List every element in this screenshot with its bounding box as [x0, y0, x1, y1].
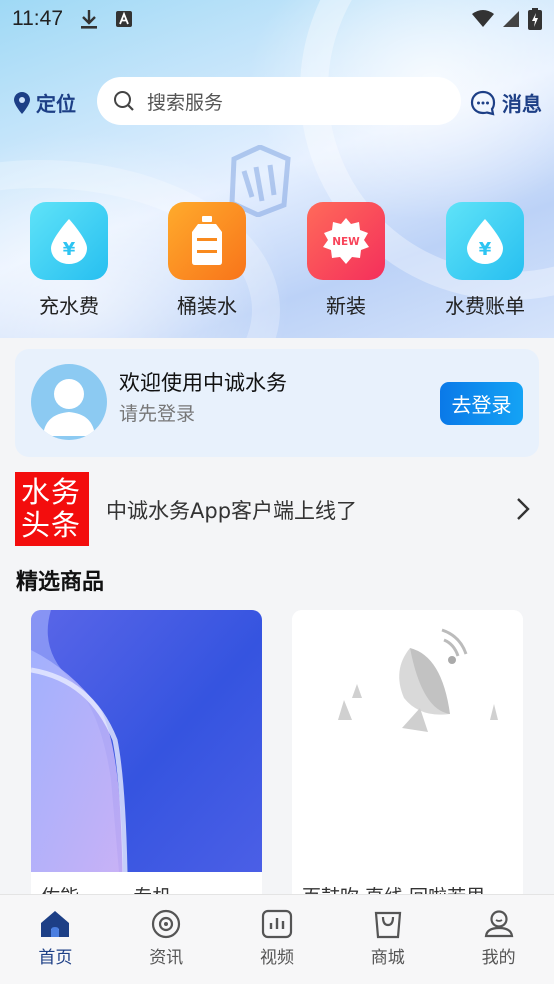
- chat-bubble-icon: [470, 90, 496, 115]
- quick-action-water-bill[interactable]: ¥ 水费账单: [430, 202, 540, 319]
- search-placeholder: 搜索服务: [147, 91, 224, 114]
- quick-action-new-install[interactable]: NEW 新装: [291, 202, 401, 319]
- welcome-card: 欢迎使用中诚水务 请先登录 去登录: [15, 349, 539, 457]
- quick-action-recharge[interactable]: ¥ 充水费: [14, 202, 124, 319]
- top-bar: 定位 搜索服务 消息: [0, 76, 554, 128]
- svg-text:¥: ¥: [479, 239, 492, 260]
- quick-action-label: 新装: [326, 294, 366, 318]
- tab-label: 商城: [370, 948, 405, 968]
- login-button[interactable]: 去登录: [440, 382, 523, 425]
- new-badge-icon: NEW: [307, 202, 385, 280]
- text-a-icon: [116, 11, 132, 27]
- quick-action-bottled-water[interactable]: 桶装水: [152, 202, 262, 319]
- chevron-right-icon: [517, 498, 530, 520]
- product-card[interactable]: 佐能 ... ... 专机: [31, 610, 262, 900]
- home-icon: [41, 911, 70, 937]
- welcome-title: 欢迎使用中诚水务: [119, 371, 287, 395]
- news-logo-line1: 水务: [21, 475, 82, 509]
- search-bar[interactable]: 搜索服务: [97, 77, 461, 125]
- tab-label: 我的: [481, 948, 516, 968]
- default-avatar-icon: [43, 379, 95, 436]
- bottom-tab-bar: 首页 资讯 视频 商城 我的: [0, 894, 554, 984]
- location-label: 定位: [36, 92, 76, 116]
- quick-action-label: 充水费: [39, 294, 99, 318]
- profile-icon: [484, 910, 513, 938]
- signal-icon: [503, 11, 519, 27]
- water-drop-yen-icon: ¥: [446, 202, 524, 280]
- location-pin-icon: [14, 91, 30, 114]
- tab-news[interactable]: 资讯: [111, 895, 222, 984]
- wifi-icon: [472, 10, 494, 27]
- tab-label: 首页: [38, 948, 73, 968]
- search-icon: [114, 91, 134, 111]
- tab-home[interactable]: 首页: [0, 895, 111, 984]
- news-logo-line2: 头条: [21, 508, 82, 542]
- avatar[interactable]: [31, 364, 107, 440]
- quick-action-label: 桶装水: [177, 294, 237, 318]
- welcome-subtitle: 请先登录: [119, 403, 196, 425]
- water-drop-yen-icon: ¥: [30, 202, 108, 280]
- video-icon: [261, 909, 293, 939]
- quick-action-label: 水费账单: [445, 294, 525, 318]
- tab-shop[interactable]: 商城: [332, 895, 443, 984]
- tab-profile[interactable]: 我的: [443, 895, 554, 984]
- product-image: [31, 610, 262, 873]
- news-ticker[interactable]: 水务 头条 中诚水务App客户端上线了: [15, 472, 539, 546]
- message-label: 消息: [502, 92, 542, 116]
- tab-label: 视频: [259, 948, 294, 968]
- battery-icon: [528, 8, 542, 30]
- message-button[interactable]: 消息: [470, 88, 542, 117]
- quick-actions: ¥ 充水费 桶装水 NEW 新装 ¥ 水费账单: [0, 202, 554, 322]
- news-headline: 中诚水务App客户端上线了: [106, 499, 358, 523]
- svg-text:NEW: NEW: [332, 236, 360, 248]
- tab-video[interactable]: 视频: [222, 895, 333, 984]
- tab-label: 资讯: [149, 948, 184, 968]
- svg-text:¥: ¥: [63, 239, 76, 260]
- shop-bag-icon: [374, 911, 401, 939]
- news-logo: 水务 头条: [15, 472, 89, 546]
- download-icon: [81, 10, 97, 29]
- location-button[interactable]: 定位: [14, 88, 76, 117]
- product-card[interactable]: 百鼓吹 直线 回啦若里: [292, 610, 523, 900]
- water-bottle-icon: [168, 202, 246, 280]
- section-title: 精选商品: [16, 570, 105, 595]
- satellite-dish-placeholder-icon: [292, 610, 523, 872]
- status-bar: 11:47: [0, 0, 554, 38]
- status-time: 11:47: [12, 7, 63, 30]
- news-icon: [152, 909, 181, 939]
